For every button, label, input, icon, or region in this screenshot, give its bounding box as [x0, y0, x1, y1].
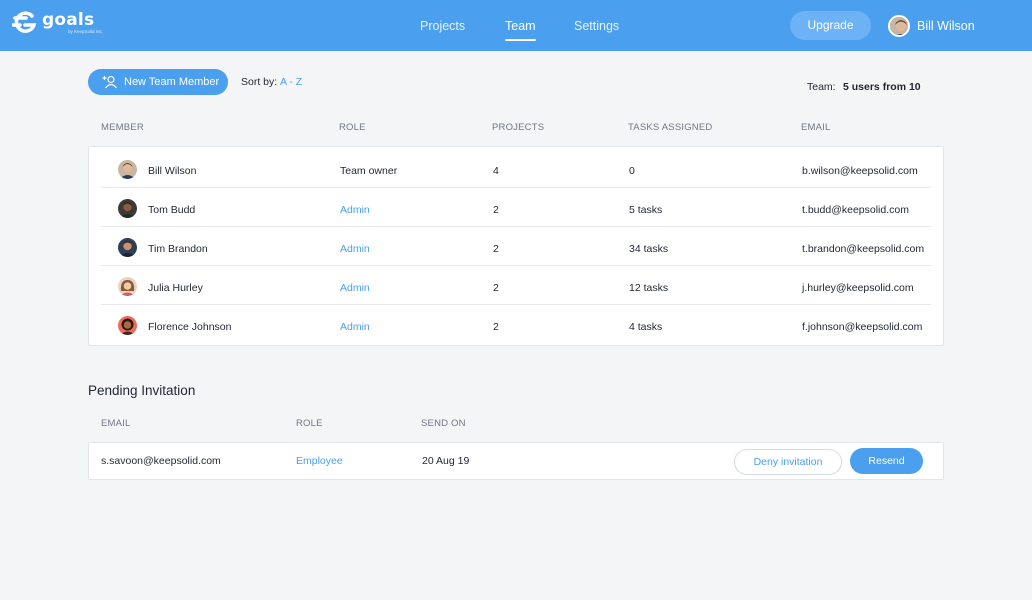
- column-header-member[interactable]: MEMBER: [101, 122, 144, 133]
- upgrade-button[interactable]: Upgrade: [790, 11, 871, 40]
- member-name: Bill Wilson: [148, 165, 197, 177]
- member-projects: 2: [493, 204, 499, 216]
- member-tasks: 4 tasks: [629, 321, 663, 333]
- member-name: Tom Budd: [148, 204, 196, 216]
- member-role: Team owner: [340, 165, 398, 177]
- member-tasks: 0: [629, 165, 635, 177]
- member-tasks: 12 tasks: [629, 282, 669, 294]
- column-header-role[interactable]: ROLE: [339, 122, 366, 133]
- team-count-value: 5 users from 10: [843, 81, 921, 93]
- table-row[interactable]: Tim Brandon Admin 2 34 tasks t.brandon@k…: [101, 227, 931, 266]
- member-projects: 2: [493, 282, 499, 294]
- pending-column-header-send-on: SEND ON: [421, 418, 466, 429]
- member-name: Florence Johnson: [148, 321, 232, 333]
- member-name: Tim Brandon: [148, 243, 208, 255]
- member-role-link[interactable]: Admin: [340, 282, 370, 294]
- sort-dropdown[interactable]: A - Z: [280, 76, 302, 88]
- brand-byline: by KeepSolid Inc.: [68, 29, 104, 34]
- table-row[interactable]: Florence Johnson Admin 2 4 tasks f.johns…: [101, 305, 931, 344]
- team-count-label: Team:: [807, 81, 836, 93]
- invitation-email: s.savoon@keepsolid.com: [101, 455, 221, 467]
- top-navigation-bar: goals by KeepSolid Inc. Projects Team Se…: [0, 0, 1032, 51]
- member-tasks: 34 tasks: [629, 243, 669, 255]
- member-tasks: 5 tasks: [629, 204, 663, 216]
- sort-label: Sort by:: [241, 76, 278, 88]
- member-email: t.budd@keepsolid.com: [802, 204, 909, 216]
- member-role-link[interactable]: Admin: [340, 204, 370, 216]
- member-email: b.wilson@keepsolid.com: [802, 165, 918, 177]
- deny-invitation-button[interactable]: Deny invitation: [734, 449, 842, 475]
- avatar: [118, 316, 137, 335]
- column-header-projects[interactable]: PROJECTS: [492, 122, 544, 133]
- member-projects: 2: [493, 321, 499, 333]
- avatar: [118, 277, 137, 296]
- new-team-member-label: New Team Member: [124, 76, 220, 88]
- pending-invitation-row: s.savoon@keepsolid.com Employee 20 Aug 1…: [88, 442, 944, 480]
- tab-settings[interactable]: Settings: [574, 18, 619, 34]
- invitation-send-date: 20 Aug 19: [422, 455, 470, 467]
- member-email: f.johnson@keepsolid.com: [802, 321, 923, 333]
- user-avatar[interactable]: [888, 15, 910, 37]
- goals-logo-icon: [12, 11, 37, 33]
- column-header-tasks[interactable]: TASKS ASSIGNED: [628, 122, 712, 133]
- brand-name: goals: [42, 10, 95, 30]
- pending-column-header-role: ROLE: [296, 418, 323, 429]
- member-role-link[interactable]: Admin: [340, 243, 370, 255]
- tab-team[interactable]: Team: [505, 18, 536, 41]
- table-row[interactable]: Julia Hurley Admin 2 12 tasks j.hurley@k…: [101, 266, 931, 305]
- member-projects: 2: [493, 243, 499, 255]
- member-name: Julia Hurley: [148, 282, 203, 294]
- member-email: t.brandon@keepsolid.com: [802, 243, 925, 255]
- avatar: [118, 238, 137, 257]
- goals-logo[interactable]: goals by KeepSolid Inc.: [12, 10, 103, 40]
- tab-team-label: Team: [505, 19, 536, 33]
- member-role-link[interactable]: Admin: [340, 321, 370, 333]
- new-team-member-button[interactable]: New Team Member: [88, 69, 228, 95]
- member-email: j.hurley@keepsolid.com: [802, 282, 914, 294]
- avatar: [118, 199, 137, 218]
- tab-projects[interactable]: Projects: [420, 18, 465, 34]
- user-avatar-image: [890, 17, 908, 35]
- pending-invitation-title: Pending Invitation: [88, 383, 196, 398]
- invitation-role-link[interactable]: Employee: [296, 455, 343, 467]
- members-table: Bill Wilson Team owner 4 0 b.wilson@keep…: [88, 146, 944, 346]
- user-name[interactable]: Bill Wilson: [917, 18, 975, 34]
- active-tab-indicator: [505, 39, 536, 41]
- add-user-icon: [102, 75, 117, 89]
- table-row[interactable]: Bill Wilson Team owner 4 0 b.wilson@keep…: [101, 149, 931, 188]
- column-header-email[interactable]: EMAIL: [801, 122, 831, 133]
- avatar: [118, 160, 137, 179]
- member-projects: 4: [493, 165, 499, 177]
- pending-column-header-email: EMAIL: [101, 418, 131, 429]
- table-row[interactable]: Tom Budd Admin 2 5 tasks t.budd@keepsoli…: [101, 188, 931, 227]
- resend-button[interactable]: Resend: [850, 448, 923, 474]
